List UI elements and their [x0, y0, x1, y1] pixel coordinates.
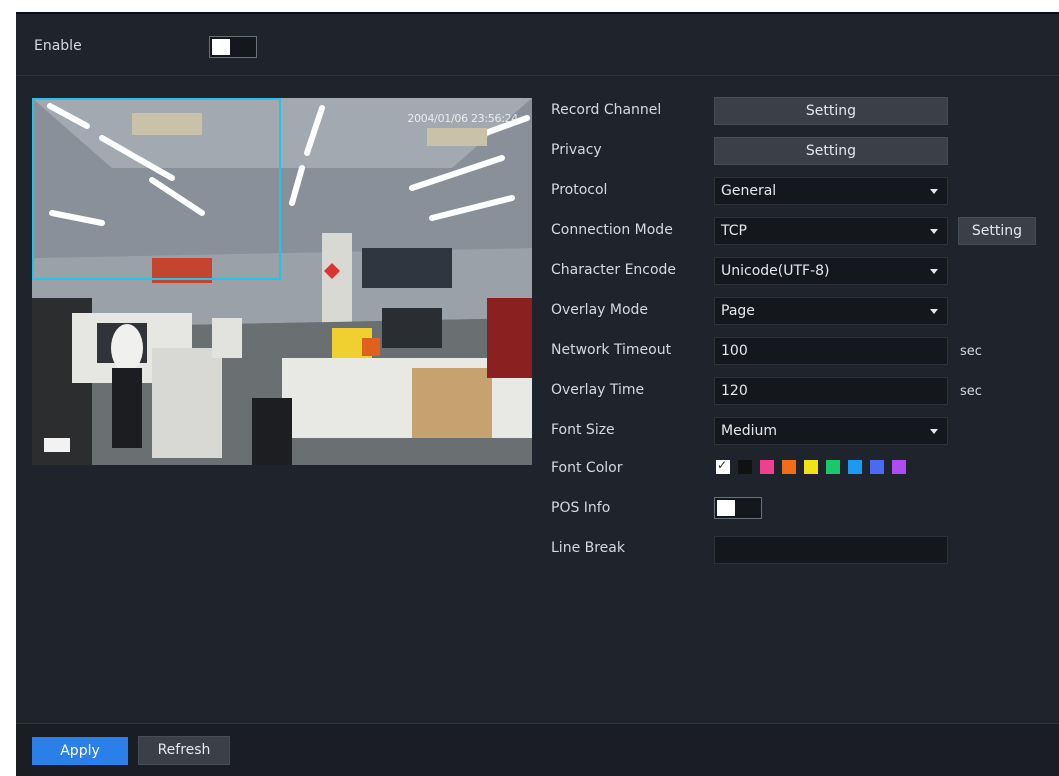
check-icon: ✓ [717, 458, 728, 472]
divider [16, 75, 1059, 76]
connection-mode-setting-button[interactable]: Setting [958, 217, 1036, 245]
pos-info-toggle[interactable] [714, 497, 762, 519]
network-timeout-unit: sec [960, 344, 982, 359]
overlay-mode-label: Overlay Mode [551, 302, 649, 318]
network-timeout-label: Network Timeout [551, 342, 672, 358]
refresh-button[interactable]: Refresh [138, 736, 230, 765]
connection-mode-label: Connection Mode [551, 222, 673, 238]
color-swatch-yellow[interactable] [804, 460, 818, 474]
footer-bar: Apply Refresh [16, 724, 1059, 776]
apply-button[interactable]: Apply [32, 737, 128, 765]
color-swatch-green[interactable] [826, 460, 840, 474]
panel-top-border [16, 12, 1059, 14]
overlay-time-unit: sec [960, 384, 982, 399]
chevron-down-icon [930, 269, 938, 274]
network-timeout-input[interactable]: 100 [714, 337, 948, 365]
font-size-label: Font Size [551, 422, 615, 438]
color-swatch-orange[interactable] [782, 460, 796, 474]
chevron-down-icon [930, 229, 938, 234]
privacy-label: Privacy [551, 142, 602, 158]
color-swatch-black[interactable] [738, 460, 752, 474]
region-selection-box[interactable] [32, 98, 281, 280]
pos-settings-panel: Enable 2004/01/06 23:56:24 Record Channe… [16, 12, 1059, 776]
connection-mode-value: TCP [721, 223, 747, 239]
record-channel-setting-button[interactable]: Setting [714, 97, 948, 125]
pos-info-toggle-knob [717, 500, 735, 516]
font-color-label: Font Color [551, 460, 623, 476]
character-encode-value: Unicode(UTF-8) [721, 263, 830, 279]
enable-toggle[interactable] [209, 36, 257, 58]
enable-toggle-knob [212, 39, 230, 55]
connection-mode-select[interactable]: TCP [714, 217, 948, 245]
overlay-time-label: Overlay Time [551, 382, 645, 398]
protocol-value: General [721, 183, 777, 199]
chevron-down-icon [930, 429, 938, 434]
enable-label: Enable [34, 38, 82, 54]
color-swatch-purple[interactable] [892, 460, 906, 474]
pos-info-label: POS Info [551, 500, 611, 516]
font-size-select[interactable]: Medium [714, 417, 948, 445]
character-encode-select[interactable]: Unicode(UTF-8) [714, 257, 948, 285]
privacy-setting-button[interactable]: Setting [714, 137, 948, 165]
color-swatch-cyan-blue[interactable] [848, 460, 862, 474]
camera-preview[interactable]: 2004/01/06 23:56:24 [32, 98, 532, 465]
record-channel-label: Record Channel [551, 102, 662, 118]
character-encode-label: Character Encode [551, 262, 677, 278]
protocol-label: Protocol [551, 182, 608, 198]
preview-timestamp: 2004/01/06 23:56:24 [407, 112, 518, 125]
protocol-select[interactable]: General [714, 177, 948, 205]
overlay-time-input[interactable]: 120 [714, 377, 948, 405]
font-size-value: Medium [721, 423, 777, 439]
line-break-label: Line Break [551, 540, 625, 556]
color-swatch-white[interactable]: ✓ [716, 458, 730, 474]
line-break-input[interactable] [714, 536, 948, 564]
color-swatch-pink[interactable] [760, 460, 774, 474]
chevron-down-icon [930, 309, 938, 314]
chevron-down-icon [930, 189, 938, 194]
overlay-mode-value: Page [721, 303, 755, 319]
overlay-mode-select[interactable]: Page [714, 297, 948, 325]
color-swatch-blue[interactable] [870, 460, 884, 474]
